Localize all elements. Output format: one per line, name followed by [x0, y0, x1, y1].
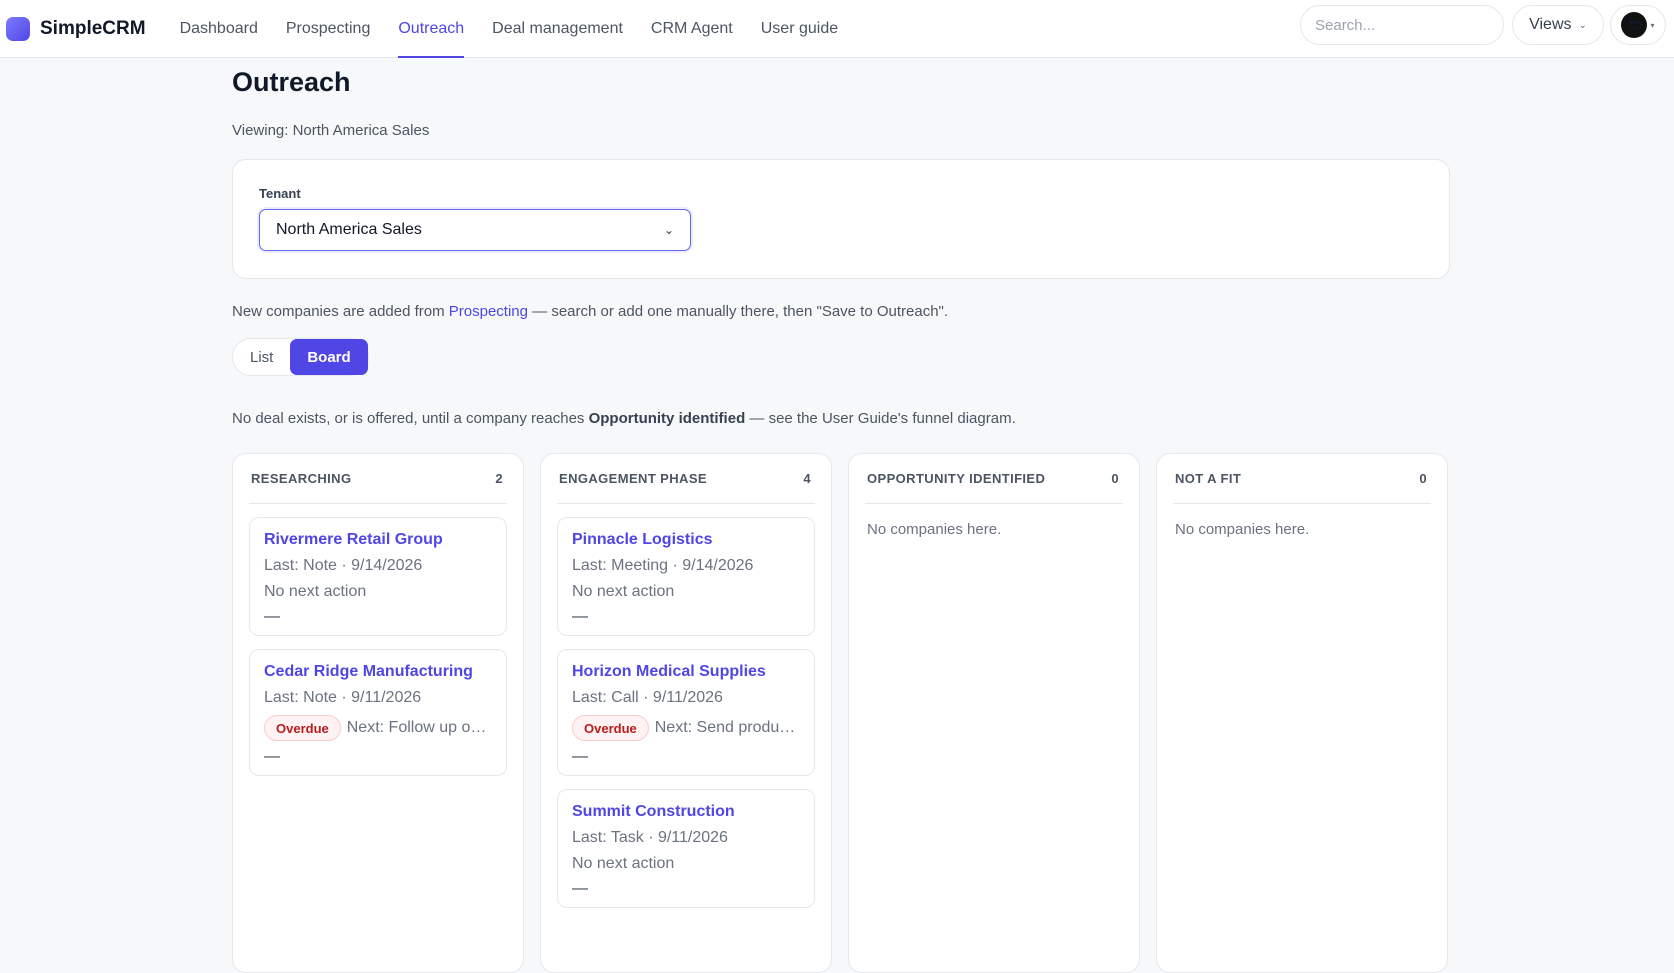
note-prefix: No deal exists, or is offered, until a c… — [232, 410, 589, 427]
search-input[interactable] — [1300, 5, 1504, 45]
nav-dashboard[interactable]: Dashboard — [180, 0, 258, 58]
column-opportunity-identified: OPPORTUNITY IDENTIFIED 0 No companies he… — [848, 453, 1140, 973]
next-action: Overdue Next: Send product... — [572, 715, 800, 741]
next-action-text: Next: Follow up on i... — [346, 719, 492, 736]
column-header: ENGAGEMENT PHASE 4 — [557, 454, 815, 504]
next-action: No next action — [572, 583, 800, 601]
column-title: RESEARCHING — [251, 471, 352, 486]
chevron-down-icon: ⌄ — [663, 223, 674, 237]
company-card[interactable]: Pinnacle Logistics Last: Meeting · 9/14/… — [557, 517, 815, 636]
info-text: New companies are added from Prospecting… — [232, 303, 1450, 320]
funnel-note: No deal exists, or is offered, until a c… — [232, 410, 1450, 427]
nav-outreach[interactable]: Outreach — [398, 0, 464, 58]
last-activity: Last: Note · 9/11/2026 — [264, 689, 422, 706]
views-dropdown-button[interactable]: Views ⌄ — [1512, 5, 1604, 45]
app-name: SimpleCRM — [40, 17, 146, 39]
company-name-link[interactable]: Horizon Medical Supplies — [572, 663, 800, 681]
nav-deal-management[interactable]: Deal management — [492, 0, 623, 58]
column-header: OPPORTUNITY IDENTIFIED 0 — [865, 454, 1123, 504]
last-activity: Last: Meeting · 9/14/2026 — [572, 557, 754, 574]
overdue-badge: Overdue — [572, 715, 649, 741]
view-toggle: List Board — [232, 338, 369, 376]
note-bold: Opportunity identified — [588, 410, 746, 427]
nav-crm-agent[interactable]: CRM Agent — [651, 0, 733, 58]
next-action-text: No next action — [572, 855, 675, 872]
next-action: No next action — [572, 855, 800, 873]
tenant-card: Tenant North America Sales ⌄ — [232, 159, 1450, 279]
nav-user-guide[interactable]: User guide — [761, 0, 838, 58]
board-view-button[interactable]: Board — [290, 339, 368, 375]
company-name-link[interactable]: Cedar Ridge Manufacturing — [264, 663, 492, 681]
empty-column-text: No companies here. — [867, 521, 1002, 538]
sunglasses-face-icon: 😎 — [1621, 12, 1648, 38]
viewing-text: Viewing: North America Sales — [232, 122, 430, 139]
note-suffix: — see the User Guide's funnel diagram. — [745, 410, 1016, 427]
main-content: Outreach Viewing: North America Sales Te… — [232, 58, 1450, 427]
card-dash: — — [264, 608, 280, 625]
logo-icon — [6, 16, 30, 41]
tenant-label: Tenant — [259, 186, 301, 201]
next-action: Overdue Next: Follow up on i... — [264, 715, 492, 741]
tenant-select-value: North America Sales — [276, 221, 422, 238]
column-title: ENGAGEMENT PHASE — [559, 471, 707, 486]
views-label: Views — [1529, 16, 1572, 33]
list-view-button[interactable]: List — [233, 339, 290, 375]
card-dash: — — [572, 608, 588, 625]
last-activity: Last: Call · 9/11/2026 — [572, 689, 723, 706]
last-activity: Last: Note · 9/14/2026 — [264, 557, 423, 574]
column-count: 2 — [495, 471, 503, 486]
company-card[interactable]: Cedar Ridge Manufacturing Last: Note · 9… — [249, 649, 507, 776]
page-title: Outreach — [232, 67, 351, 97]
column-count: 0 — [1419, 471, 1427, 486]
company-card[interactable]: Summit Construction Last: Task · 9/11/20… — [557, 789, 815, 908]
next-action-text: Next: Send product... — [654, 719, 800, 736]
column-header: NOT A FIT 0 — [1173, 454, 1431, 504]
column-header: RESEARCHING 2 — [249, 454, 507, 504]
prospecting-link[interactable]: Prospecting — [449, 303, 528, 320]
next-action-text: No next action — [264, 583, 367, 600]
column-count: 4 — [803, 471, 811, 486]
company-name-link[interactable]: Pinnacle Logistics — [572, 531, 800, 549]
kanban-board: RESEARCHING 2 Rivermere Retail Group Las… — [232, 453, 1464, 973]
company-name-link[interactable]: Rivermere Retail Group — [264, 531, 492, 549]
header-actions: Views ⌄ 😎 ▾ — [1300, 5, 1666, 45]
tenant-select[interactable]: North America Sales ⌄ — [259, 209, 691, 251]
column-researching: RESEARCHING 2 Rivermere Retail Group Las… — [232, 453, 524, 973]
card-dash: — — [572, 880, 588, 897]
column-not-a-fit: NOT A FIT 0 No companies here. — [1156, 453, 1448, 973]
main-nav: Dashboard Prospecting Outreach Deal mana… — [180, 0, 867, 58]
next-action: No next action — [264, 583, 492, 601]
info-prefix: New companies are added from — [232, 303, 449, 320]
nav-prospecting[interactable]: Prospecting — [286, 0, 371, 58]
app-logo[interactable]: SimpleCRM — [6, 16, 146, 41]
card-dash: — — [264, 748, 280, 765]
card-dash: — — [572, 748, 588, 765]
company-card[interactable]: Rivermere Retail Group Last: Note · 9/14… — [249, 517, 507, 636]
column-engagement-phase: ENGAGEMENT PHASE 4 Pinnacle Logistics La… — [540, 453, 832, 973]
chevron-down-icon: ▾ — [1650, 20, 1655, 30]
user-menu-button[interactable]: 😎 ▾ — [1610, 5, 1666, 45]
next-action-text: No next action — [572, 583, 675, 600]
info-suffix: — search or add one manually there, then… — [528, 303, 949, 320]
column-title: NOT A FIT — [1175, 471, 1242, 486]
empty-column-text: No companies here. — [1175, 521, 1310, 538]
top-navbar: SimpleCRM Dashboard Prospecting Outreach… — [0, 0, 1674, 58]
chevron-down-icon: ⌄ — [1578, 19, 1587, 31]
company-card[interactable]: Horizon Medical Supplies Last: Call · 9/… — [557, 649, 815, 776]
column-title: OPPORTUNITY IDENTIFIED — [867, 471, 1046, 486]
company-name-link[interactable]: Summit Construction — [572, 803, 800, 821]
last-activity: Last: Task · 9/11/2026 — [572, 829, 728, 846]
column-count: 0 — [1111, 471, 1119, 486]
overdue-badge: Overdue — [264, 715, 341, 741]
